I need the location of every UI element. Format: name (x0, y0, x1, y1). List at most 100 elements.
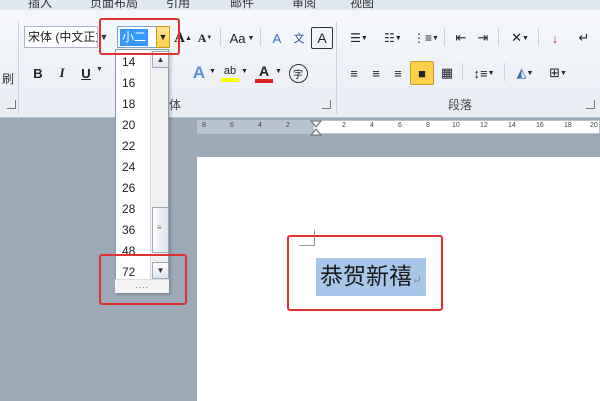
highlighter-icon: ab (223, 64, 237, 77)
tab-mailings[interactable]: 邮件 (230, 0, 254, 10)
decrease-indent-button[interactable]: ⇤ (450, 27, 472, 49)
multilevel-list-icon: ⋮≡ (413, 31, 433, 45)
divider (498, 28, 499, 46)
paragraph-mark-icon: ↵ (578, 30, 590, 45)
multilevel-list-button[interactable]: ⋮≡ ▼ (410, 27, 442, 49)
line-spacing-icon: ↕≡ (473, 65, 488, 81)
indent-marker[interactable] (310, 120, 322, 140)
ruler-tick: 20 (590, 122, 598, 129)
ruler-tick: 6 (398, 122, 402, 129)
ruler-tick: 2 (286, 122, 290, 129)
shrink-font-button[interactable]: A ▼ (194, 27, 216, 49)
ruler-tick: 10 (452, 122, 460, 129)
ribbon (0, 0, 600, 118)
ruler-tick: 4 (370, 122, 374, 129)
format-painter-label[interactable]: 刷 (2, 70, 14, 87)
bullets-icon: ☰ (350, 31, 361, 45)
change-case-button[interactable]: Aa ▼ (226, 27, 258, 49)
divider (538, 28, 539, 46)
increase-indent-icon: ⇥ (477, 30, 489, 45)
grip-icon: ≡ (157, 223, 162, 232)
horizontal-ruler[interactable]: 8 6 4 2 2 4 6 8 10 12 14 16 18 20 (197, 120, 600, 134)
sort-button[interactable]: ↓ (544, 27, 566, 49)
chevron-down-icon[interactable]: ▼ (241, 68, 248, 75)
clear-formatting-button[interactable]: A (266, 27, 288, 49)
numbering-button[interactable]: ☷ ▼ (378, 27, 408, 49)
show-formatting-marks-button[interactable]: ↵ (572, 27, 596, 49)
align-right-button[interactable]: ≡ (388, 62, 408, 84)
ruler-tick: 8 (202, 122, 206, 129)
align-center-icon: ≡ (372, 65, 380, 81)
font-dialog-launcher[interactable] (322, 100, 331, 109)
font-color-button[interactable]: A (252, 60, 276, 86)
align-left-icon: ≡ (350, 65, 358, 81)
divider (504, 63, 505, 81)
character-border-icon: A (317, 30, 327, 46)
text-effects-icon: A (192, 63, 206, 82)
tab-page-layout[interactable]: 页面布局 (90, 0, 138, 10)
ruler-margin (198, 121, 314, 133)
highlight-color-swatch (221, 77, 239, 82)
font-color-swatch (255, 79, 273, 83)
ruler-tick: 4 (258, 122, 262, 129)
scroll-thumb[interactable]: ≡ (152, 207, 169, 253)
paint-bucket-icon: ◭ (516, 65, 527, 80)
bullets-button[interactable]: ☰ ▼ (344, 27, 374, 49)
increase-indent-button[interactable]: ⇥ (472, 27, 494, 49)
chinese-layout-button[interactable]: ✕ ▼ (504, 27, 536, 49)
borders-button[interactable]: ⊞ ▼ (542, 62, 574, 84)
underline-button[interactable]: U (76, 62, 96, 84)
phonetic-guide-button[interactable]: 文 (288, 27, 310, 49)
annotation-box-size-72 (99, 254, 187, 305)
divider (462, 63, 463, 81)
enclose-characters-icon: 字 (288, 63, 308, 83)
clear-formatting-icon: A (272, 30, 282, 46)
bold-button[interactable]: B (28, 62, 48, 84)
ruler-tick: 8 (426, 122, 430, 129)
distributed-icon: ▦ (440, 65, 454, 80)
divider (444, 28, 445, 46)
chevron-down-icon[interactable]: ▼ (209, 68, 216, 75)
annotation-box-font-size (99, 18, 180, 55)
shading-button[interactable]: ◭ ▼ (510, 62, 540, 84)
text-highlight-button[interactable]: ab (218, 60, 242, 86)
ruler-tick: 12 (480, 122, 488, 129)
italic-button[interactable]: I (52, 62, 72, 84)
align-center-button[interactable]: ≡ (366, 62, 386, 84)
enclose-characters-button[interactable]: 字 (286, 61, 310, 85)
tab-view[interactable]: 视图 (350, 0, 374, 10)
dropdown-scrollbar[interactable]: ▲ ≡ ▼ (150, 50, 169, 280)
chevron-down-icon[interactable]: ▼ (96, 66, 103, 73)
chinese-layout-icon: ✕ (511, 30, 522, 45)
distributed-button[interactable]: ▦ (436, 62, 458, 84)
justify-icon: ■ (418, 65, 426, 81)
numbering-icon: ☷ (384, 31, 395, 45)
tab-references[interactable]: 引用 (166, 0, 190, 10)
shrink-font-icon: A (197, 30, 207, 45)
chevron-down-icon[interactable]: ▼ (275, 68, 282, 75)
phonetic-guide-icon: 文 (293, 33, 305, 45)
annotation-box-text (287, 235, 443, 311)
borders-icon: ⊞ (549, 65, 560, 80)
scroll-up-icon: ▲ (156, 55, 165, 64)
tab-insert[interactable]: 插入 (28, 0, 52, 10)
italic-icon: I (59, 65, 65, 80)
sort-icon: ↓ (551, 30, 559, 46)
ruler-tick: 18 (564, 122, 572, 129)
divider (18, 22, 19, 114)
justify-button[interactable]: ■ (410, 61, 434, 85)
divider (336, 22, 337, 114)
font-name-combobox[interactable]: 宋体 (中文正文) (24, 26, 98, 48)
ruler-tick: 2 (342, 122, 346, 129)
divider (260, 28, 261, 46)
line-spacing-button[interactable]: ↕≡ ▼ (468, 62, 500, 84)
bold-icon: B (33, 65, 43, 81)
tab-review[interactable]: 审阅 (292, 0, 316, 10)
align-left-button[interactable]: ≡ (344, 62, 364, 84)
paragraph-group-label: 段落 (447, 98, 472, 112)
paragraph-dialog-launcher[interactable] (586, 100, 595, 109)
character-border-button[interactable]: A (311, 27, 333, 49)
clipboard-dialog-launcher[interactable] (7, 100, 16, 109)
change-case-icon: Aa (229, 30, 246, 46)
ribbon-tab-strip: 插入 页面布局 引用 邮件 审阅 视图 (0, 0, 600, 10)
